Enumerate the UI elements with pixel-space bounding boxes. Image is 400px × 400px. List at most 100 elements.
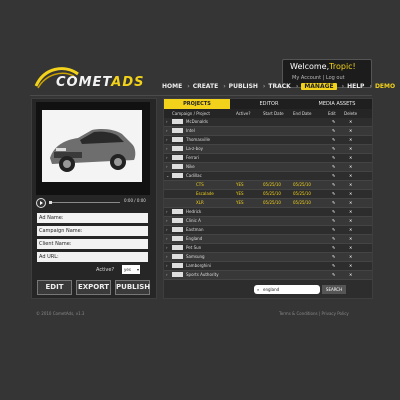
table-row[interactable]: › Hedrick ✎ ✕ <box>164 208 372 217</box>
delete-icon[interactable]: ✕ <box>349 217 352 225</box>
chevron-right-icon[interactable]: › <box>166 127 168 135</box>
table-row[interactable]: › Nike ✎ ✕ <box>164 163 372 172</box>
table-row[interactable]: › England ✎ ✕ <box>164 235 372 244</box>
nav-track[interactable]: TRACK <box>268 83 290 90</box>
chevron-right-icon[interactable]: › <box>166 271 168 279</box>
nav-publish[interactable]: PUBLISH <box>229 83 258 90</box>
chevron-right-icon[interactable]: › <box>166 163 168 171</box>
delete-icon[interactable]: ✕ <box>349 190 352 198</box>
pencil-icon[interactable]: ✎ <box>332 190 335 198</box>
delete-icon[interactable]: ✕ <box>349 136 352 144</box>
delete-icon[interactable]: ✕ <box>349 154 352 162</box>
nav-manage[interactable]: MANAGE <box>301 83 337 90</box>
chevron-right-icon[interactable]: › <box>166 208 168 216</box>
publish-button[interactable]: PUBLISH <box>115 280 150 295</box>
chevron-right-icon[interactable]: › <box>166 145 168 153</box>
pencil-icon[interactable]: ✎ <box>332 154 335 162</box>
delete-icon[interactable]: ✕ <box>349 208 352 216</box>
delete-icon[interactable]: ✕ <box>349 127 352 135</box>
table-row[interactable]: › McDonalds ✎ ✕ <box>164 118 372 127</box>
chevron-down-icon[interactable]: ⌄ <box>166 172 169 180</box>
active-select[interactable]: yes ▾ <box>122 265 140 274</box>
col-active: Active? <box>236 111 251 116</box>
table-row[interactable]: XLR YES 05/25/10 05/25/10 ✎ ✕ <box>164 199 372 208</box>
delete-icon[interactable]: ✕ <box>349 235 352 243</box>
nav-demo[interactable]: DEMO <box>375 83 395 90</box>
tab-projects[interactable]: PROJECTS <box>164 99 230 109</box>
campaign-name-field[interactable]: Campaign Name: <box>37 226 148 236</box>
delete-icon[interactable]: ✕ <box>349 181 352 189</box>
chevron-right-icon[interactable]: › <box>166 118 168 126</box>
delete-icon[interactable]: ✕ <box>349 253 352 261</box>
pencil-icon[interactable]: ✎ <box>332 253 335 261</box>
table-row[interactable]: › Ferrari ✎ ✕ <box>164 154 372 163</box>
nav-help[interactable]: HELP <box>347 83 364 90</box>
delete-icon[interactable]: ✕ <box>349 118 352 126</box>
edit-button[interactable]: EDIT <box>37 280 72 295</box>
progress-knob[interactable] <box>49 201 52 204</box>
pencil-icon[interactable]: ✎ <box>332 226 335 234</box>
tab-editor[interactable]: EDITOR <box>236 99 302 109</box>
table-row[interactable]: › Intel ✎ ✕ <box>164 127 372 136</box>
app-stage: COMETADS Welcome,Tropic! My Account | Lo… <box>0 0 400 400</box>
table-row[interactable]: › Pet Sun ✎ ✕ <box>164 244 372 253</box>
table-row[interactable]: CTS YES 05/25/10 05/25/10 ✎ ✕ <box>164 181 372 190</box>
chevron-right-icon[interactable]: › <box>166 253 168 261</box>
delete-icon[interactable]: ✕ <box>349 172 352 180</box>
pencil-icon[interactable]: ✎ <box>332 271 335 279</box>
table-row[interactable]: › Eastman ✎ ✕ <box>164 226 372 235</box>
delete-icon[interactable]: ✕ <box>349 145 352 153</box>
pencil-icon[interactable]: ✎ <box>332 172 335 180</box>
chevron-right-icon[interactable]: › <box>166 217 168 225</box>
table-row[interactable]: › Clinic A ✎ ✕ <box>164 217 372 226</box>
table-row[interactable]: › Samsung ✎ ✕ <box>164 253 372 262</box>
ad-url-field[interactable]: Ad URL: <box>37 252 148 262</box>
delete-icon[interactable]: ✕ <box>349 244 352 252</box>
chevron-right-icon[interactable]: › <box>166 226 168 234</box>
ad-name-field[interactable]: Ad Name: <box>37 213 148 223</box>
nav-home[interactable]: HOME <box>162 83 182 90</box>
video-player[interactable] <box>36 102 150 195</box>
delete-icon[interactable]: ✕ <box>349 262 352 270</box>
pencil-icon[interactable]: ✎ <box>332 217 335 225</box>
footer-links[interactable]: Terms & Conditions | Privacy Policy <box>279 311 349 316</box>
chevron-right-icon[interactable]: › <box>166 262 168 270</box>
logo-text: COMETADS <box>56 75 145 90</box>
search-button[interactable]: SEARCH <box>322 285 346 294</box>
pencil-icon[interactable]: ✎ <box>332 163 335 171</box>
pencil-icon[interactable]: ✎ <box>332 127 335 135</box>
search-value: england <box>263 287 280 292</box>
pencil-icon[interactable]: ✎ <box>332 235 335 243</box>
chevron-right-icon[interactable]: › <box>166 136 168 144</box>
client-name-field[interactable]: Client Name: <box>37 239 148 249</box>
pencil-icon[interactable]: ✎ <box>332 208 335 216</box>
pencil-icon[interactable]: ✎ <box>332 145 335 153</box>
nav-create[interactable]: CREATE <box>193 83 219 90</box>
delete-icon[interactable]: ✕ <box>349 226 352 234</box>
table-row[interactable]: Escalade YES 05/25/10 05/25/10 ✎ ✕ <box>164 190 372 199</box>
play-icon[interactable] <box>36 198 46 208</box>
pencil-icon[interactable]: ✎ <box>332 181 335 189</box>
table-row[interactable]: › La-z-boy ✎ ✕ <box>164 145 372 154</box>
tab-media-assets[interactable]: MEDIA ASSETS <box>304 99 370 109</box>
account-links[interactable]: My Account | Log out <box>292 75 345 81</box>
pencil-icon[interactable]: ✎ <box>332 136 335 144</box>
table-row[interactable]: › Lamborghini ✎ ✕ <box>164 262 372 271</box>
export-button[interactable]: EXPORT <box>76 280 111 295</box>
search-input[interactable]: ⌕ england <box>254 285 320 294</box>
comet-ads-logo[interactable]: COMETADS <box>34 66 143 94</box>
delete-icon[interactable]: ✕ <box>349 163 352 171</box>
delete-icon[interactable]: ✕ <box>349 271 352 279</box>
pencil-icon[interactable]: ✎ <box>332 199 335 207</box>
chevron-right-icon[interactable]: › <box>166 154 168 162</box>
table-row[interactable]: › Thomasville ✎ ✕ <box>164 136 372 145</box>
table-row[interactable]: ⌄ Cadillac ✎ ✕ <box>164 172 372 181</box>
chevron-right-icon[interactable]: › <box>166 235 168 243</box>
delete-icon[interactable]: ✕ <box>349 199 352 207</box>
pencil-icon[interactable]: ✎ <box>332 262 335 270</box>
pencil-icon[interactable]: ✎ <box>332 118 335 126</box>
progress-track[interactable] <box>49 201 120 204</box>
table-row[interactable]: › Sports Authority ✎ ✕ <box>164 271 372 280</box>
pencil-icon[interactable]: ✎ <box>332 244 335 252</box>
chevron-right-icon[interactable]: › <box>166 244 168 252</box>
